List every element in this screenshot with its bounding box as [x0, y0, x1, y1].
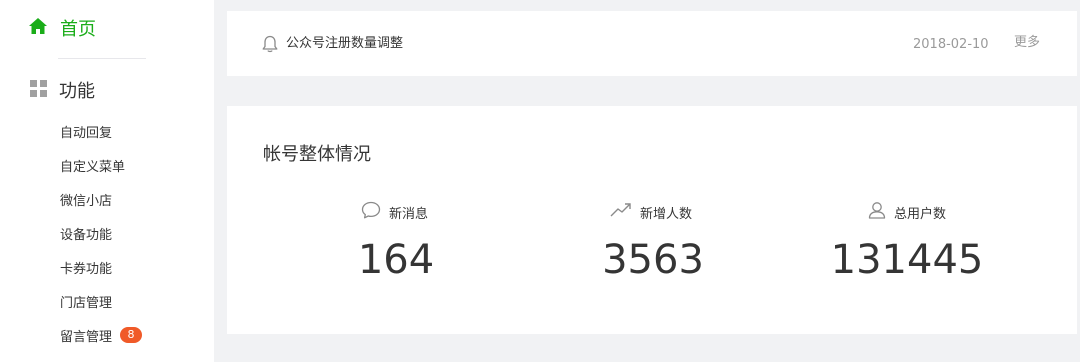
sidebar-item-wechat-store[interactable]: 微信小店 [60, 189, 112, 209]
sidebar-item-label: 卡券功能 [60, 261, 113, 277]
sidebar-section-function-label: 功能 [59, 81, 95, 102]
trend-up-icon [610, 202, 632, 222]
sidebar-item-label: 自定义菜单 [60, 159, 126, 175]
notice-date: 2018-02-10 [913, 37, 989, 52]
sidebar-item-home-label: 首页 [60, 19, 96, 40]
notice-title-link[interactable]: 公众号注册数量调整 [286, 35, 403, 53]
sidebar-item-label: 微信小店 [60, 193, 113, 209]
sidebar-item-device[interactable]: 设备功能 [60, 223, 112, 243]
stat-new-messages-label: 新消息 [361, 201, 428, 223]
stat-label-text: 总用户数 [894, 206, 947, 222]
sidebar-item-coupons[interactable]: 卡券功能 [60, 257, 112, 277]
stat-total-users-value: 131445 [830, 237, 984, 283]
home-icon [28, 17, 48, 39]
sidebar: 首页 功能 自动回复 自定义菜单 微信小店 设备功能 卡券功能 门店管理 留言管… [0, 0, 214, 362]
sidebar-divider [58, 58, 146, 59]
sidebar-item-custom-menu[interactable]: 自定义菜单 [60, 155, 125, 175]
stat-new-followers-label: 新增人数 [610, 201, 692, 223]
bell-icon [262, 35, 278, 57]
sidebar-item-label: 设备功能 [60, 227, 113, 243]
sidebar-item-label: 留言管理 [60, 329, 113, 345]
stat-total-users-label: 总用户数 [868, 201, 946, 223]
sidebar-section-function[interactable]: 功能 [30, 77, 95, 103]
notice-card: 公众号注册数量调整 2018-02-10 更多 [227, 11, 1077, 76]
account-overview-card: 帐号整体情况 新消息 164 新增人数 3563 总用户数 131445 [227, 106, 1077, 334]
stat-label-text: 新消息 [389, 206, 429, 222]
sidebar-item-label: 门店管理 [60, 295, 113, 311]
sidebar-item-home[interactable]: 首页 [28, 14, 96, 42]
chat-bubble-icon [361, 201, 381, 223]
sidebar-item-stores[interactable]: 门店管理 [60, 291, 112, 311]
sidebar-item-messages[interactable]: 留言管理 8 [60, 325, 143, 345]
stat-new-messages-value: 164 [357, 237, 435, 283]
unread-badge: 8 [120, 327, 143, 343]
sidebar-item-auto-reply[interactable]: 自动回复 [60, 121, 112, 141]
stat-label-text: 新增人数 [640, 206, 693, 222]
overview-title: 帐号整体情况 [263, 144, 371, 165]
notice-more-link[interactable]: 更多 [1014, 34, 1040, 52]
stat-new-followers-value: 3563 [602, 237, 704, 283]
user-icon [868, 201, 886, 223]
sidebar-item-label: 自动回复 [60, 125, 113, 141]
grid-icon [30, 79, 47, 101]
